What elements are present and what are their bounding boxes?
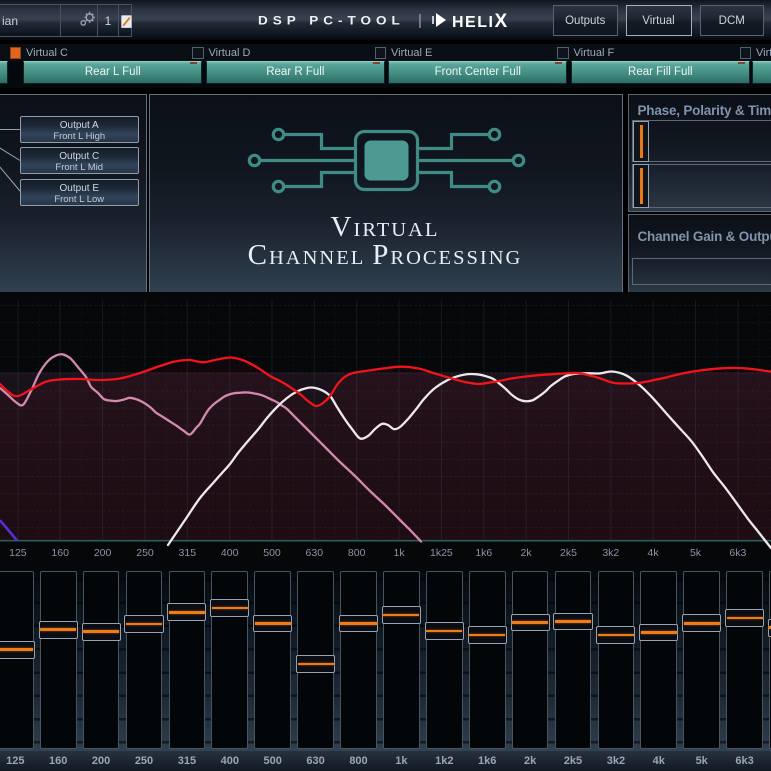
svg-text:125: 125 [9,547,27,559]
svg-text:6k3: 6k3 [729,547,746,559]
svg-text:630: 630 [306,547,324,559]
svg-text:400: 400 [221,547,239,559]
svg-text:4k: 4k [648,547,660,559]
svg-text:2k5: 2k5 [560,547,577,559]
svg-text:800: 800 [348,547,366,559]
svg-text:1k: 1k [394,547,406,559]
svg-text:160: 160 [51,547,69,559]
svg-text:1k25: 1k25 [430,547,453,559]
svg-text:315: 315 [179,547,197,559]
svg-text:5k: 5k [690,547,702,559]
svg-text:500: 500 [263,547,281,559]
svg-text:200: 200 [94,547,112,559]
svg-text:3k2: 3k2 [602,547,619,559]
svg-text:2k: 2k [521,547,533,559]
svg-text:1k6: 1k6 [475,547,492,559]
svg-text:250: 250 [136,547,154,559]
